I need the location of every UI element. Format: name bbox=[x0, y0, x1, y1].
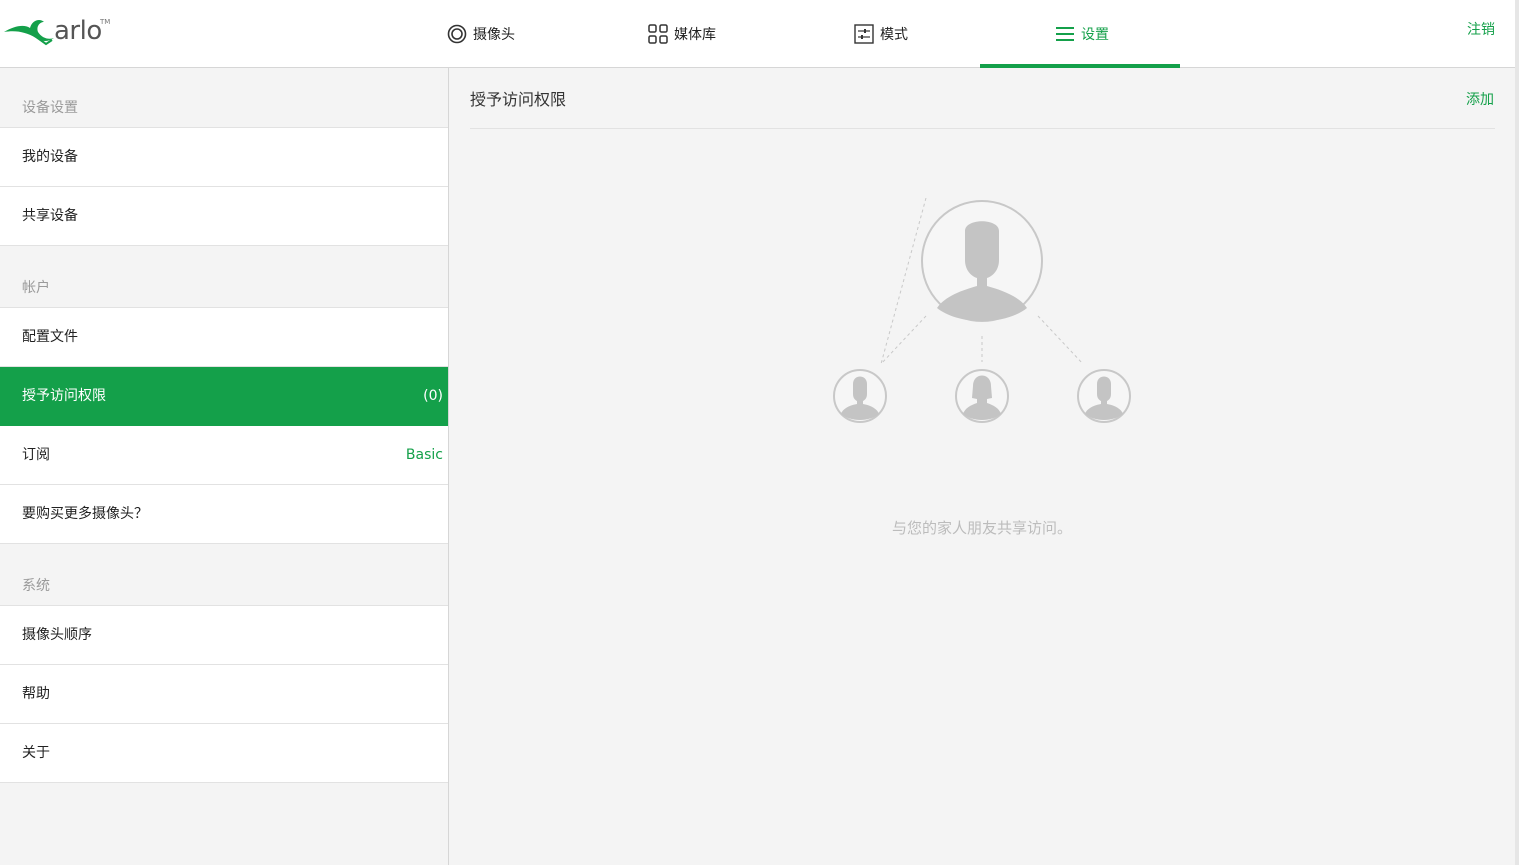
tab-modes[interactable]: 模式 bbox=[854, 0, 908, 68]
sidebar-item-about[interactable]: 关于 bbox=[0, 724, 448, 783]
sidebar-item-subscription[interactable]: 订阅 Basic bbox=[0, 426, 448, 485]
menu-icon bbox=[1056, 27, 1074, 41]
sliders-icon bbox=[854, 24, 874, 44]
tab-library[interactable]: 媒体库 bbox=[648, 0, 716, 68]
scrollbar[interactable] bbox=[1515, 0, 1519, 865]
sidebar-item-label: 要购买更多摄像头？ bbox=[22, 506, 148, 522]
sidebar-item-help[interactable]: 帮助 bbox=[0, 665, 448, 724]
add-button[interactable]: 添加 bbox=[1466, 89, 1494, 109]
sidebar-item-grant-access[interactable]: 授予访问权限 (0) bbox=[0, 367, 448, 426]
page-title: 授予访问权限 bbox=[470, 90, 567, 109]
section-heading: 帐户 bbox=[22, 280, 50, 296]
section-heading: 系统 bbox=[22, 578, 50, 594]
connector-left bbox=[880, 198, 927, 365]
grant-access-panel: 授予访问权限 添加 与您的家人朋友共享访问。 bbox=[449, 68, 1515, 865]
sidebar-item-label: 关于 bbox=[22, 745, 50, 761]
subscription-plan: Basic bbox=[405, 447, 443, 463]
grid-icon bbox=[648, 24, 668, 44]
logout-link[interactable]: 注销 bbox=[1467, 19, 1495, 39]
bird-logo-icon bbox=[4, 20, 54, 46]
arlo-logo[interactable]: arlo TM bbox=[2, 10, 112, 46]
section-account: 帐户 bbox=[0, 248, 448, 308]
divider bbox=[470, 128, 1495, 129]
sidebar-item-label: 摄像头顺序 bbox=[22, 627, 92, 643]
sidebar-item-label: 配置文件 bbox=[22, 329, 78, 345]
sidebar-item-label: 授予访问权限 bbox=[22, 388, 106, 404]
empty-state-message: 与您的家人朋友共享访问。 bbox=[891, 519, 1072, 537]
sidebar-item-camera-order[interactable]: 摄像头顺序 bbox=[0, 606, 448, 665]
small-user-avatar-icon bbox=[955, 369, 1009, 423]
share-access-illustration bbox=[833, 198, 1131, 423]
trademark: TM bbox=[100, 18, 111, 26]
section-heading: 设备设置 bbox=[22, 100, 78, 116]
sidebar-item-my-devices[interactable]: 我的设备 bbox=[0, 128, 448, 187]
small-user-avatar-icon bbox=[1077, 369, 1131, 423]
tab-library-label: 媒体库 bbox=[674, 27, 716, 43]
sidebar-item-shared-devices[interactable]: 共享设备 bbox=[0, 187, 448, 246]
tab-settings-label: 设置 bbox=[1081, 27, 1109, 43]
tab-modes-label: 模式 bbox=[880, 27, 908, 43]
sidebar-item-label: 我的设备 bbox=[22, 149, 78, 165]
tab-settings[interactable]: 设置 bbox=[1055, 0, 1109, 68]
grant-access-count: (0) bbox=[423, 388, 443, 404]
sidebar-item-buy-cameras[interactable]: 要购买更多摄像头？ bbox=[0, 485, 448, 544]
logo-wordmark: arlo bbox=[54, 16, 102, 46]
top-header: arlo TM 摄像头 媒体库 模式 设置 注销 bbox=[0, 0, 1519, 68]
tab-cameras-label: 摄像头 bbox=[473, 27, 515, 43]
large-user-avatar-icon bbox=[921, 200, 1043, 322]
tab-cameras[interactable]: 摄像头 bbox=[447, 0, 515, 68]
small-user-avatar-icon bbox=[833, 369, 887, 423]
sidebar-item-profile[interactable]: 配置文件 bbox=[0, 308, 448, 367]
section-system: 系统 bbox=[0, 546, 448, 606]
sidebar-item-label: 共享设备 bbox=[22, 208, 78, 224]
section-device-settings: 设备设置 bbox=[0, 68, 448, 128]
settings-sidebar: 设备设置 我的设备 共享设备 帐户 配置文件 授予访问权限 (0) 订阅 Bas… bbox=[0, 68, 449, 865]
camera-ring-icon bbox=[447, 24, 467, 44]
sidebar-item-label: 订阅 bbox=[22, 447, 50, 463]
sidebar-item-label: 帮助 bbox=[22, 686, 50, 702]
connector-right bbox=[1037, 315, 1084, 365]
